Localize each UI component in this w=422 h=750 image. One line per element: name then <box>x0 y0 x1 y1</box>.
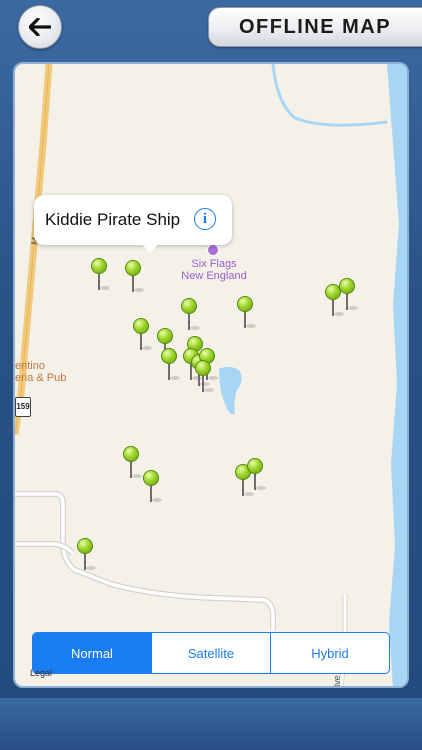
back-button[interactable] <box>18 5 62 49</box>
map-pin[interactable] <box>195 360 214 394</box>
callout-title: Kiddie Pirate Ship <box>45 210 181 229</box>
map-pin[interactable] <box>125 260 144 294</box>
map-type-satellite[interactable]: Satellite <box>151 633 270 673</box>
poi-label: Six Flags New England <box>181 258 247 282</box>
map-pin[interactable] <box>123 446 142 480</box>
info-icon[interactable]: i <box>194 208 216 230</box>
map-pin[interactable] <box>339 278 358 312</box>
callout-pointer <box>141 243 159 253</box>
road-label-east: ive <box>331 675 342 687</box>
map-pin[interactable] <box>133 318 152 352</box>
page-title: OFFLINE MAP <box>239 16 392 38</box>
map-pin[interactable] <box>143 470 162 504</box>
map-view[interactable]: M ive 159 entino eria & Pub Six Flags Ne… <box>13 62 409 688</box>
map-pin[interactable] <box>247 458 266 492</box>
legal-link[interactable]: Legal <box>30 668 52 678</box>
pond <box>219 366 242 415</box>
map-pin[interactable] <box>181 298 200 332</box>
road-loop <box>15 491 276 630</box>
bottom-bar <box>0 698 422 750</box>
poi-marker-icon[interactable] <box>207 244 219 256</box>
map-pin[interactable] <box>91 258 110 292</box>
route-shield: 159 <box>15 397 31 417</box>
restaurant-label: entino eria & Pub <box>15 360 67 384</box>
creek <box>271 64 388 127</box>
ocean-water <box>387 64 407 686</box>
map-type-hybrid[interactable]: Hybrid <box>270 633 389 673</box>
top-bar: OFFLINE MAP <box>0 0 422 52</box>
map-type-normal[interactable]: Normal <box>33 633 151 673</box>
title-pill: OFFLINE MAP <box>208 7 422 47</box>
map-pin[interactable] <box>161 348 180 382</box>
map-type-control: Normal Satellite Hybrid <box>32 632 390 674</box>
arrow-left-icon <box>29 18 51 36</box>
pin-callout[interactable]: Kiddie Pirate Ship i <box>34 195 232 253</box>
map-pin[interactable] <box>77 538 96 572</box>
map-pin[interactable] <box>237 296 256 330</box>
